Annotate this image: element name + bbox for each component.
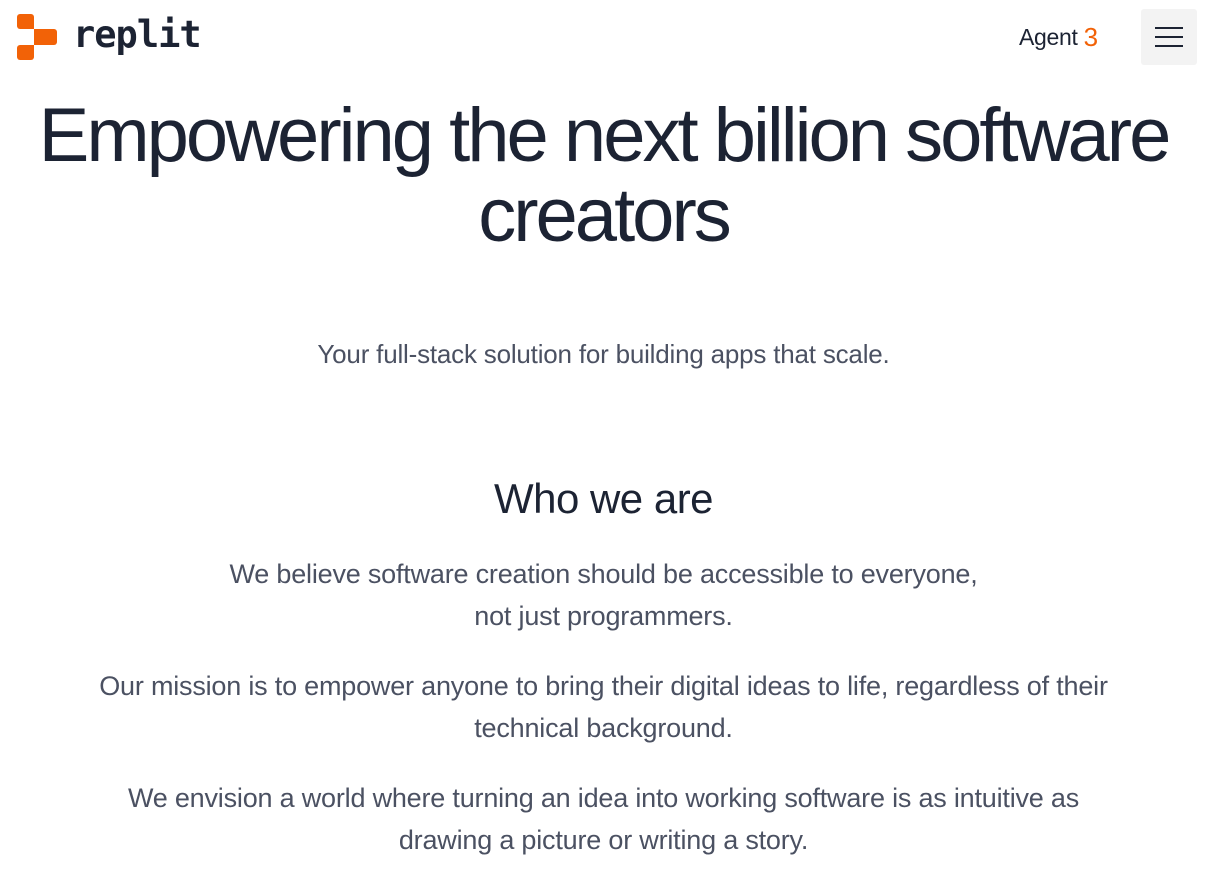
about-paragraph-1: We believe software creation should be a… [0, 553, 1207, 637]
agent-label: Agent [1019, 24, 1078, 50]
site-header: replit Agent 3 [0, 0, 1207, 74]
about-paragraph-1-line-2: not just programmers. [474, 601, 733, 631]
replit-logo-icon [17, 14, 57, 60]
hero-title-line-2: creators [478, 173, 732, 258]
about-paragraph-2-line-1: Our mission is to empower anyone to brin… [99, 671, 1108, 701]
about-paragraph-2: Our mission is to empower anyone to brin… [0, 665, 1207, 749]
hamburger-menu-icon [1155, 27, 1183, 47]
about-paragraph-2-line-2: technical background. [474, 713, 733, 743]
replit-wordmark: replit [73, 12, 202, 56]
replit-logo-link[interactable]: replit [17, 12, 202, 60]
about-paragraph-3-line-2: drawing a picture or writing a story. [398, 825, 809, 855]
menu-button[interactable] [1141, 9, 1197, 65]
about-paragraph-1-line-1: We believe software creation should be a… [229, 559, 978, 589]
hero-subtitle: Your full-stack solution for building ap… [317, 339, 890, 369]
hero-title: Empowering the next billion software cre… [0, 96, 1207, 256]
agent-link[interactable]: Agent 3 [1019, 22, 1098, 53]
about-paragraph-3-line-1: We envision a world where turning an ide… [127, 783, 1080, 813]
about-paragraph-3: We envision a world where turning an ide… [0, 777, 1207, 861]
agent-number: 3 [1083, 22, 1098, 52]
who-we-are-heading: Who we are [493, 475, 714, 522]
hero-title-line-1: Empowering the next billion software [38, 93, 1172, 178]
